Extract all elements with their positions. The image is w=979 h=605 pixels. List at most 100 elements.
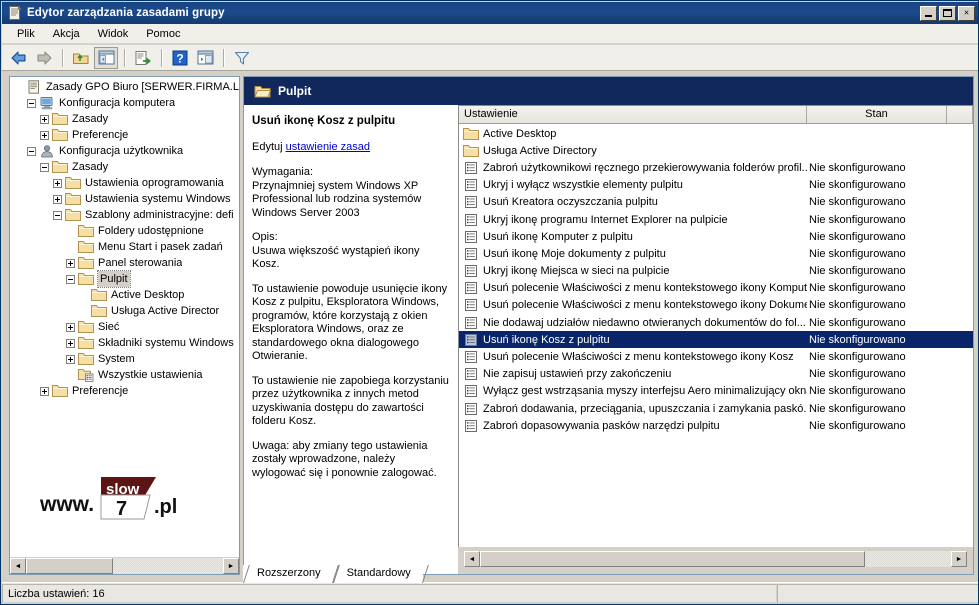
tree-item[interactable]: Foldery udostępnione xyxy=(10,223,239,239)
menu-item-akcja[interactable]: Akcja xyxy=(44,26,89,42)
export-list-button[interactable] xyxy=(131,47,155,69)
tree-scroll-left-button[interactable]: ◄ xyxy=(10,558,26,574)
menu-item-pomoc[interactable]: Pomoc xyxy=(137,26,189,42)
list-horizontal-scrollbar[interactable]: ◄ ► xyxy=(464,551,967,567)
table-row[interactable]: Zabroń dopasowywania pasków narzędzi pul… xyxy=(459,417,973,434)
tree-expander-minus-icon[interactable] xyxy=(27,98,36,108)
tree-item[interactable]: Active Desktop xyxy=(10,287,239,303)
cell-setting-name: Usuń ikonę Komputer z pulpitu xyxy=(459,230,807,244)
table-row[interactable]: Usuń Kreatora oczyszczania pulpitu Nie sk… xyxy=(459,194,973,211)
tree-item[interactable]: Pulpit xyxy=(10,270,239,288)
tree-expander-plus-icon[interactable] xyxy=(40,114,49,124)
table-row[interactable]: Wyłącz gest wstrząsania myszy interfejsu… xyxy=(459,383,973,400)
table-row[interactable]: Zabroń użytkownikowi ręcznego przekierow… xyxy=(459,159,973,176)
tree-item[interactable]: Szablony administracyjne: defi xyxy=(10,207,239,223)
table-row[interactable]: Ukryj ikonę Miejsca w sieci na pulpicie N… xyxy=(459,263,973,280)
tree-expander-plus-icon[interactable] xyxy=(66,354,75,364)
column-header-ustawienie[interactable]: Ustawienie xyxy=(459,106,807,123)
column-header-extra[interactable] xyxy=(947,106,973,123)
tree-item[interactable]: Preferencje xyxy=(10,383,239,399)
folder-icon xyxy=(52,385,68,397)
tree-item[interactable]: Menu Start i pasek zadań xyxy=(10,239,239,255)
tree-item[interactable]: Składniki systemu Windows xyxy=(10,335,239,351)
description-title: Usuń ikonę Kosz z pulpitu xyxy=(252,115,396,127)
edit-policy-setting-link[interactable]: ustawienie zasad xyxy=(286,141,370,153)
back-button[interactable] xyxy=(7,47,31,69)
list-scroll-thumb[interactable] xyxy=(480,551,865,567)
tree-item-label: Menu Start i pasek zadań xyxy=(98,241,223,253)
table-row[interactable]: Active Desktop xyxy=(459,125,973,142)
close-button[interactable]: × xyxy=(958,5,975,21)
user-icon xyxy=(41,145,53,158)
cell-setting-name: Usuń polecenie Właściwości z menu kontek… xyxy=(459,350,807,364)
show-hide-tree-button[interactable] xyxy=(94,46,118,69)
tree-expander-plus-icon[interactable] xyxy=(66,258,75,268)
forward-button[interactable] xyxy=(32,47,56,69)
table-row[interactable]: Ukryj ikonę programu Internet Explorer n… xyxy=(459,211,973,228)
column-header-stan[interactable]: Stan xyxy=(807,106,947,123)
cell-state: Nie skonfigurowano xyxy=(809,402,906,415)
requirements-heading: Wymagania: xyxy=(252,166,314,178)
table-row[interactable]: Usuń ikonę Kosz z pulpitu Nie skonfigurow… xyxy=(459,331,973,349)
tree-expander-plus-icon[interactable] xyxy=(53,178,62,188)
tree-expander-minus-icon[interactable] xyxy=(53,210,62,220)
tree-item[interactable]: Panel sterowania xyxy=(10,255,239,271)
tree-item[interactable]: Sieć xyxy=(10,319,239,335)
tree-item[interactable]: Konfiguracja komputera xyxy=(10,95,239,111)
table-row[interactable]: Nie dodawaj udziałów niedawno otwieranyc… xyxy=(459,314,973,331)
folder-icon xyxy=(52,129,68,141)
show-pane-button[interactable] xyxy=(193,47,217,69)
help-button[interactable]: ? xyxy=(168,47,192,69)
table-row[interactable]: Usuń ikonę Komputer z pulpitu Nie skonfig… xyxy=(459,228,973,245)
filter-button[interactable] xyxy=(230,47,254,69)
tab-standardowy[interactable]: Standardowy xyxy=(332,565,423,583)
tree-expander-minus-icon[interactable] xyxy=(27,146,36,156)
tree-expander-plus-icon[interactable] xyxy=(66,338,75,348)
cell-setting-name: Usługa Active Directory xyxy=(459,144,807,158)
tree-item[interactable]: Ustawienia oprogramowania xyxy=(10,175,239,191)
svg-text:?: ? xyxy=(176,51,183,65)
tree-expander-plus-icon[interactable] xyxy=(53,194,62,204)
table-row[interactable]: Ukryj i wyłącz wszystkie elementy pulpit… xyxy=(459,177,973,194)
tree-item[interactable]: Zasady xyxy=(10,111,239,127)
tree-expander-plus-icon[interactable] xyxy=(66,322,75,332)
tree-expander-plus-icon[interactable] xyxy=(40,130,49,140)
tree-item[interactable]: Usługa Active Director xyxy=(10,303,239,319)
table-row[interactable]: Nie zapisuj ustawień przy zakończeniu Nie… xyxy=(459,366,973,383)
tree-scroll-track[interactable] xyxy=(26,558,223,574)
folder-icon xyxy=(65,209,81,221)
table-row[interactable]: Usuń ikonę Moje dokumenty z pulpitu Nie s… xyxy=(459,245,973,262)
maximize-button[interactable] xyxy=(939,5,956,21)
setting-name-text: Nie zapisuj ustawień przy zakończeniu xyxy=(483,368,672,381)
table-row[interactable]: Usuń polecenie Właściwości z menu kontek… xyxy=(459,348,973,365)
up-folder-button[interactable] xyxy=(69,47,93,69)
tree-expander-minus-icon[interactable] xyxy=(66,274,75,284)
table-row[interactable]: Usługa Active Directory xyxy=(459,142,973,159)
cell-state: Nie skonfigurowano xyxy=(809,316,906,329)
menu-item-widok[interactable]: Widok xyxy=(89,26,138,42)
list-scroll-right-button[interactable]: ► xyxy=(951,551,967,567)
tree-horizontal-scrollbar[interactable]: ◄ ► xyxy=(10,557,239,574)
tree-item[interactable]: Konfiguracja użytkownika xyxy=(10,143,239,159)
tree-expander-plus-icon[interactable] xyxy=(40,386,49,396)
tree-scroll-thumb[interactable] xyxy=(26,558,113,574)
tree-expander-spacer xyxy=(79,291,88,300)
tree-expander-minus-icon[interactable] xyxy=(40,162,49,172)
tree-item[interactable]: System xyxy=(10,351,239,367)
menu-item-plik[interactable]: Plik xyxy=(8,26,44,42)
tree-item[interactable]: Wszystkie ustawienia xyxy=(10,367,239,383)
tree-item[interactable]: Zasady GPO Biuro [SERWER.FIRMA.LOCAL xyxy=(10,79,239,95)
tab-rozszerzony[interactable]: Rozszerzony xyxy=(243,565,333,583)
cell-setting-name: Zabroń użytkownikowi ręcznego przekierow… xyxy=(459,161,807,175)
table-row[interactable]: Zabroń dodawania, przeciągania, upuszcza… xyxy=(459,400,973,417)
tree-item[interactable]: Preferencje xyxy=(10,127,239,143)
tree-item[interactable]: Zasady xyxy=(10,159,239,175)
list-scroll-left-button[interactable]: ◄ xyxy=(464,551,480,567)
list-scroll-track[interactable] xyxy=(480,551,951,567)
tree-scroll-right-button[interactable]: ► xyxy=(223,558,239,574)
minimize-button[interactable] xyxy=(920,5,937,21)
tree-item[interactable]: Ustawienia systemu Windows xyxy=(10,191,239,207)
table-row[interactable]: Usuń polecenie Właściwości z menu kontek… xyxy=(459,297,973,314)
folder-icon xyxy=(78,321,94,333)
table-row[interactable]: Usuń polecenie Właściwości z menu kontek… xyxy=(459,280,973,297)
